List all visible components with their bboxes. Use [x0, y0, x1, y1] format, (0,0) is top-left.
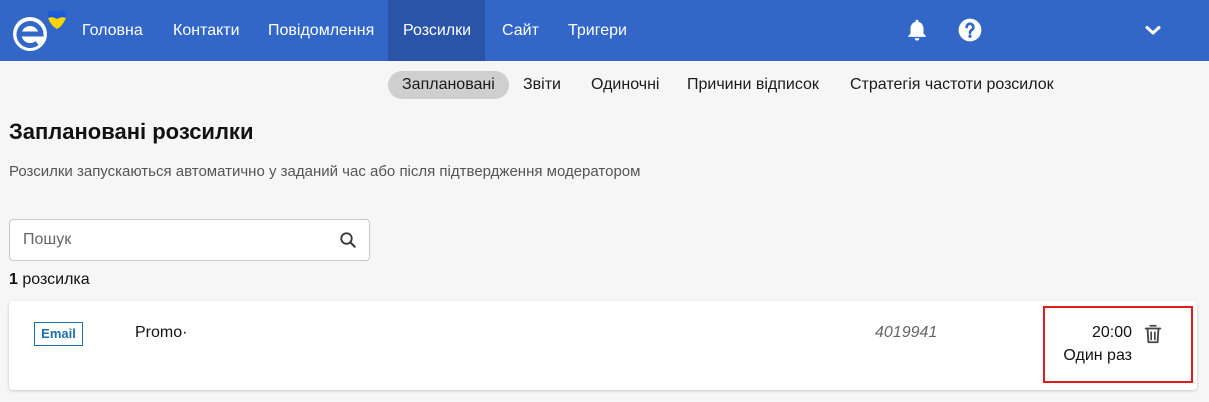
- logo-icon[interactable]: [8, 6, 66, 54]
- top-navbar: Головна Контакти Повідомлення Розсилки С…: [0, 0, 1209, 61]
- nav-item-messages[interactable]: Повідомлення: [253, 0, 389, 61]
- mailing-row[interactable]: Email Promo· 4019941 20:00 Один раз: [9, 301, 1197, 390]
- subtab-scheduled[interactable]: Заплановані: [388, 71, 509, 99]
- page-description: Розсилки запускаються автоматично у зада…: [9, 163, 641, 180]
- mailing-id: 4019941: [875, 324, 938, 341]
- highlight-frame: [1043, 306, 1193, 383]
- subtab-frequency-strategy[interactable]: Стратегія частоти розсилок: [836, 71, 1068, 99]
- search-icon[interactable]: [339, 231, 357, 249]
- mailing-count-number: 1: [9, 271, 18, 288]
- mailing-count-label: розсилка: [22, 271, 90, 288]
- nav-item-site[interactable]: Сайт: [487, 0, 554, 61]
- mailing-count: 1 розсилка: [9, 271, 90, 289]
- bell-icon[interactable]: [904, 17, 930, 43]
- subtab-unsubscribe-reasons[interactable]: Причини відписок: [673, 71, 833, 99]
- nav-item-contacts[interactable]: Контакти: [158, 0, 255, 61]
- subtab-single[interactable]: Одиночні: [577, 71, 673, 99]
- search-input[interactable]: [23, 220, 333, 260]
- nav-item-home[interactable]: Головна: [67, 0, 158, 61]
- nav-item-triggers[interactable]: Тригери: [553, 0, 642, 61]
- page-title: Заплановані розсилки: [9, 119, 254, 144]
- trash-icon[interactable]: [1142, 323, 1164, 345]
- mailing-time: 20:00: [1091, 324, 1132, 341]
- nav-item-mailings[interactable]: Розсилки: [388, 0, 485, 61]
- channel-badge: Email: [34, 322, 83, 346]
- subtab-reports[interactable]: Звіти: [509, 71, 575, 99]
- mailing-frequency: Один раз: [1063, 347, 1132, 364]
- search-box: [9, 219, 370, 261]
- chevron-down-icon[interactable]: [1141, 17, 1165, 43]
- mailing-name[interactable]: Promo·: [135, 324, 187, 342]
- help-icon[interactable]: [957, 17, 983, 43]
